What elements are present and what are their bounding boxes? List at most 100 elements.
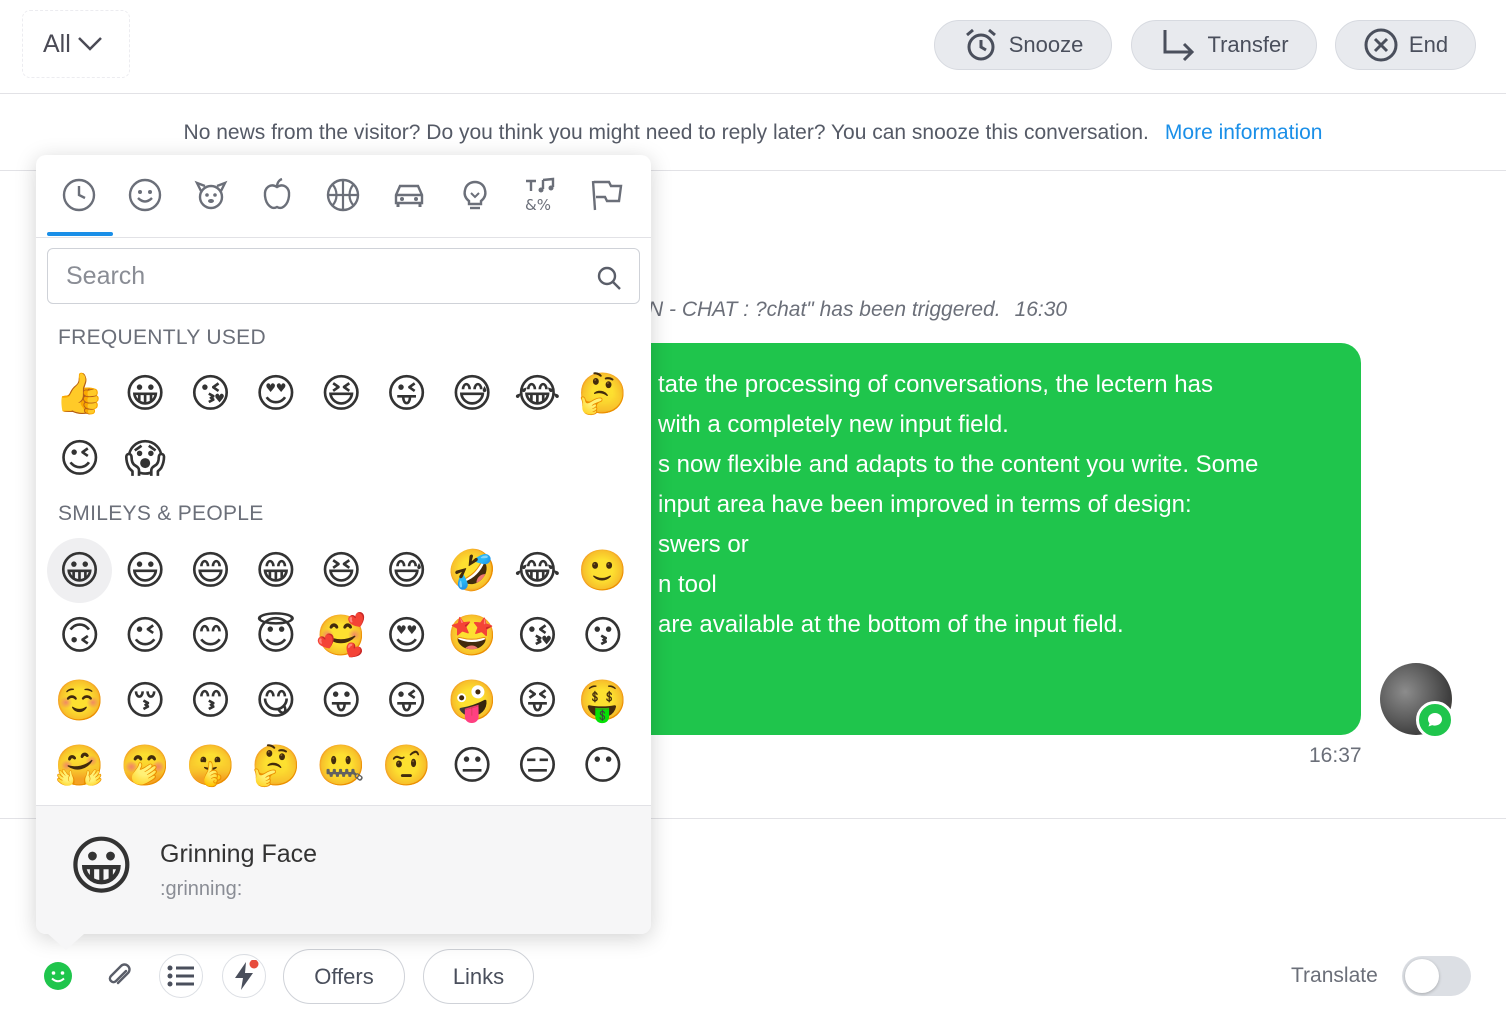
category-flags[interactable] (587, 175, 627, 215)
message-line: swers or (658, 531, 749, 558)
emoji[interactable]: 🤨 (374, 733, 439, 798)
more-information-link[interactable]: More information (1165, 121, 1323, 145)
emoji[interactable]: 😑 (505, 733, 570, 798)
car-icon (394, 184, 424, 207)
popover-arrow (48, 934, 84, 950)
category-activity[interactable] (323, 175, 363, 215)
category-recent[interactable] (59, 175, 99, 215)
message-line: with a completely new input field. (658, 411, 1009, 438)
emoji[interactable]: 🤩 (439, 603, 504, 668)
close-circle-icon (1364, 28, 1398, 62)
agent-avatar (1380, 663, 1454, 739)
list-icon (167, 965, 194, 987)
attach-button[interactable] (97, 954, 141, 998)
emoji[interactable]: 😗 (570, 603, 635, 668)
emoji[interactable]: 😀 (112, 361, 177, 426)
emoji[interactable]: 😐 (439, 733, 504, 798)
system-message-text: N - CHAT : ?chat" has been triggered. (648, 298, 1001, 321)
emoji[interactable]: 🤔 (243, 733, 308, 798)
emoji[interactable]: 😂 (505, 538, 570, 603)
lightning-icon (235, 960, 259, 990)
section-title-frequent: FREQUENTLY USED (58, 326, 266, 349)
snooze-info-text: No news from the visitor? Do you think y… (183, 120, 1149, 144)
emoji[interactable]: 😉 (112, 603, 177, 668)
frequent-emoji-grid: 👍 😀 😘 😍 😆 😜 😅 😂 🤔 😉 😱 (47, 361, 636, 491)
chat-bubble-icon (1428, 713, 1442, 727)
preview-emoji: 😀 (68, 830, 135, 904)
emoji[interactable]: 😙 (178, 668, 243, 733)
category-animals[interactable] (191, 175, 231, 215)
smiley-icon (128, 178, 162, 212)
emoji[interactable]: 🤪 (439, 668, 504, 733)
snooze-button[interactable]: Snooze (934, 20, 1112, 70)
sport-icon (326, 178, 360, 212)
emoji[interactable]: 🤔 (570, 361, 635, 426)
emoji[interactable]: 😘 (178, 361, 243, 426)
emoji[interactable]: 😇 (243, 603, 308, 668)
emoji[interactable]: 😜 (374, 668, 439, 733)
emoji[interactable]: 😆 (309, 538, 374, 603)
emoji[interactable]: ☺️ (47, 668, 112, 733)
emoji[interactable]: 😁 (243, 538, 308, 603)
emoji[interactable]: 🤗 (47, 733, 112, 798)
end-label: End (1408, 32, 1449, 57)
emoji[interactable]: 😋 (243, 668, 308, 733)
emoji-button[interactable] (36, 954, 80, 998)
emoji[interactable]: 😆 (309, 361, 374, 426)
emoji-picker: &% FREQUENTLY USED 👍 😀 😘 😍 😆 😜 😅 😂 🤔 😉 😱… (36, 155, 651, 950)
category-food[interactable] (257, 175, 297, 215)
emoji[interactable]: 😉 (47, 426, 112, 491)
search-icon (597, 266, 621, 290)
emoji-search-input[interactable] (47, 248, 640, 304)
links-button[interactable]: Links (423, 949, 534, 1004)
category-objects[interactable] (455, 175, 495, 215)
emoji[interactable]: 😚 (112, 668, 177, 733)
translate-toggle[interactable] (1402, 956, 1471, 996)
emoji[interactable]: 🤭 (112, 733, 177, 798)
active-category-indicator (47, 232, 113, 236)
canned-responses-button[interactable] (159, 954, 203, 998)
animal-icon (194, 180, 228, 210)
chat-channel-badge (1416, 701, 1454, 739)
emoji[interactable]: 😶 (570, 733, 635, 798)
paperclip-icon (108, 963, 131, 985)
emoji[interactable]: 😜 (374, 361, 439, 426)
emoji[interactable]: 🤑 (570, 668, 635, 733)
emoji[interactable]: 🤐 (309, 733, 374, 798)
emoji[interactable]: 😘 (505, 603, 570, 668)
offers-button[interactable]: Offers (283, 949, 405, 1004)
emoji-selected[interactable]: 😀 (47, 538, 112, 603)
emoji[interactable]: 😅 (374, 538, 439, 603)
emoji[interactable]: 🙃 (47, 603, 112, 668)
smiley-icon (44, 962, 72, 990)
automation-button[interactable] (222, 954, 266, 998)
emoji[interactable]: 😱 (112, 426, 177, 491)
filter-dropdown[interactable]: All (22, 10, 130, 78)
emoji[interactable]: 👍 (47, 361, 112, 426)
emoji[interactable]: 😂 (505, 361, 570, 426)
svg-text:&%: &% (525, 196, 551, 213)
emoji[interactable]: 🥰 (309, 603, 374, 668)
alarm-clock-icon (965, 28, 996, 61)
emoji[interactable]: 😛 (309, 668, 374, 733)
emoji[interactable]: 😄 (178, 538, 243, 603)
category-travel[interactable] (389, 175, 429, 215)
emoji[interactable]: 🤫 (178, 733, 243, 798)
emoji[interactable]: 😍 (374, 603, 439, 668)
category-smileys[interactable] (125, 175, 165, 215)
emoji[interactable]: 😃 (112, 538, 177, 603)
emoji[interactable]: 🤣 (439, 538, 504, 603)
emoji-category-bar: &% (36, 155, 651, 238)
symbols-icon: &% (525, 177, 555, 213)
emoji[interactable]: 😅 (439, 361, 504, 426)
emoji[interactable]: 🙂 (570, 538, 635, 603)
emoji-preview: 😀 Grinning Face :grinning: (36, 805, 651, 934)
end-button[interactable]: End (1335, 20, 1476, 70)
conversation-header: All Snooze Transfer End (0, 0, 1506, 94)
transfer-button[interactable]: Transfer (1131, 20, 1317, 70)
category-symbols[interactable]: &% (521, 175, 561, 215)
emoji[interactable]: 😍 (243, 361, 308, 426)
emoji[interactable]: 😝 (505, 668, 570, 733)
message-line: tate the processing of conversations, th… (658, 371, 1213, 398)
emoji[interactable]: 😊 (178, 603, 243, 668)
